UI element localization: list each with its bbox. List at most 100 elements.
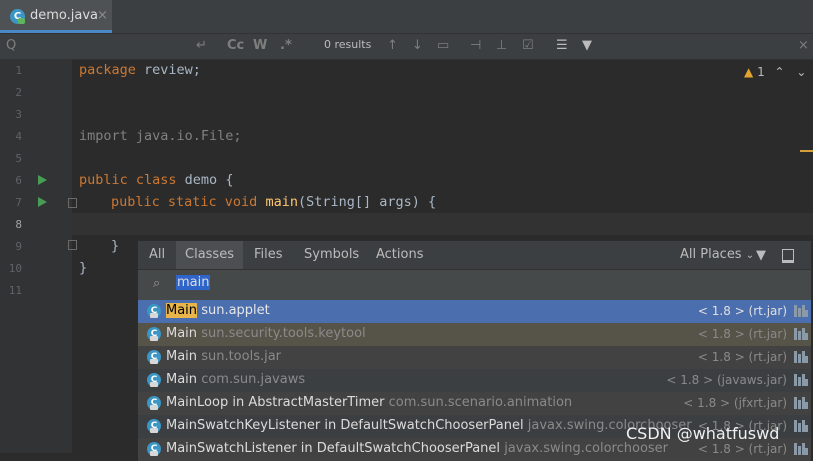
unused-import-line: import java.io.File; [79, 128, 242, 144]
chevron-down-icon: ⌄ [745, 250, 755, 261]
package-name: sun.tools.jar [201, 349, 282, 364]
filter-settings-icon[interactable]: ☰ [556, 38, 568, 53]
search-icon: ⌕ [153, 276, 161, 291]
code-text: (String[] args) { [297, 194, 437, 210]
find-bar [0, 33, 813, 60]
scrollbar-warning-marker[interactable] [800, 150, 813, 152]
line-number: 8 [15, 218, 22, 231]
tab-actions[interactable]: Actions [367, 241, 433, 269]
previous-highlight-icon[interactable]: ⌃ [775, 65, 785, 79]
package-name: javax.swing.colorchooser [504, 441, 669, 456]
result-location: < 1.8 > (rt.jar) [697, 350, 787, 364]
result-location: < 1.8 > (javaws.jar) [666, 373, 787, 387]
class-icon: C [147, 419, 161, 433]
result-row[interactable]: C MainLoop in AbstractMasterTimer com.sun… [138, 392, 811, 415]
library-icon [794, 443, 808, 455]
close-find-bar-icon[interactable]: × [798, 38, 809, 53]
run-class-icon[interactable] [38, 175, 47, 185]
library-icon [794, 351, 808, 363]
close-tab-icon[interactable]: × [97, 8, 108, 23]
library-icon [794, 374, 808, 386]
tab-title: demo.java [30, 8, 99, 23]
package-name: sun.security.tools.keytool [201, 326, 366, 341]
code-text: review; [135, 62, 201, 78]
line-number: 2 [15, 86, 22, 99]
search-query[interactable]: main [176, 275, 211, 290]
run-main-icon[interactable] [38, 197, 47, 207]
line-number: 5 [15, 152, 22, 165]
words-toggle[interactable]: W [253, 38, 267, 53]
class-name: Main [166, 303, 198, 318]
fold-marker-icon[interactable] [68, 198, 77, 208]
result-location: < 1.8 > (rt.jar) [697, 327, 787, 341]
result-row[interactable]: C Main sun.applet < 1.8 > (rt.jar) [138, 300, 811, 323]
tab-classes[interactable]: Classes [176, 241, 243, 269]
result-name: MainLoop in AbstractMasterTimer com.sun.… [166, 395, 572, 410]
result-location: < 1.8 > (jfxrt.jar) [683, 396, 787, 410]
class-icon: C [147, 442, 161, 456]
next-highlight-icon[interactable]: ⌄ [796, 65, 806, 79]
class-icon: C [147, 304, 161, 318]
result-row[interactable]: C Main com.sun.javaws < 1.8 > (javaws.jar) [138, 369, 811, 392]
package-name: com.sun.javaws [201, 372, 306, 387]
keyword: public static void [111, 194, 258, 210]
scope-label: All Places [680, 247, 742, 262]
result-name: Main com.sun.javaws [166, 372, 305, 387]
package-name: sun.applet [201, 303, 270, 318]
regex-toggle[interactable]: .* [280, 38, 292, 53]
tab-all[interactable]: All [140, 241, 174, 269]
class-icon: C [147, 373, 161, 387]
result-row[interactable]: C Main sun.tools.jar < 1.8 > (rt.jar) [138, 346, 811, 369]
keyword: public class [79, 172, 177, 188]
tab-symbols[interactable]: Symbols [295, 241, 368, 269]
java-class-icon: C [10, 9, 25, 24]
popup-search-field[interactable]: ⌕ main [138, 270, 811, 301]
keyword: package [79, 62, 136, 78]
class-name: Main [166, 349, 198, 364]
open-in-tool-window-icon[interactable] [782, 249, 794, 263]
warning-icon: ▲ [744, 65, 754, 79]
filter-icon[interactable]: ▼ [582, 38, 592, 53]
library-icon [794, 328, 808, 340]
result-location: < 1.8 > (rt.jar) [697, 304, 787, 318]
line-number: 11 [8, 284, 22, 297]
method-name: main [257, 194, 298, 210]
line-number: 7 [15, 196, 22, 209]
popup-tabs: All Classes Files Symbols Actions All Pl… [138, 241, 811, 270]
match-case-toggle[interactable]: Cc [227, 38, 244, 53]
replace-icon[interactable]: ↵ [196, 38, 207, 53]
line-number: 9 [15, 240, 22, 253]
next-occurrence-icon[interactable]: ↓ [412, 38, 423, 53]
previous-occurrence-icon[interactable]: ↑ [387, 38, 398, 53]
result-name: Main sun.tools.jar [166, 349, 281, 364]
fold-marker-icon[interactable] [68, 240, 77, 250]
code-text: demo { [176, 172, 234, 188]
result-location: < 1.8 > (rt.jar) [697, 442, 787, 456]
class-icon: C [147, 396, 161, 410]
filter-icon[interactable]: ▼ [756, 248, 766, 263]
tab-files[interactable]: Files [245, 241, 292, 269]
class-icon: C [147, 350, 161, 364]
select-all-occurrences-icon[interactable]: ▭ [437, 38, 449, 53]
class-name: MainSwatchKeyListener in DefaultSwatchCh… [166, 418, 524, 433]
watermark: CSDN @whatfuswd [626, 424, 780, 443]
result-name: MainSwatchKeyListener in DefaultSwatchCh… [166, 418, 692, 433]
inspection-widget[interactable]: ▲ 1 ⌃ ⌄ [744, 65, 806, 79]
find-search-icon[interactable]: Q [6, 38, 16, 53]
add-occurrence-icon[interactable]: ⊣ [470, 38, 481, 53]
unselect-occurrence-icon[interactable]: ⊥ [496, 38, 507, 53]
line-number: 1 [15, 64, 22, 77]
scope-dropdown[interactable]: All Places ⌄ [680, 241, 754, 269]
class-name: MainSwatchListener in DefaultSwatchChoos… [166, 441, 501, 456]
class-name: MainLoop in AbstractMasterTimer [166, 395, 385, 410]
result-name: Main sun.applet [166, 303, 270, 318]
package-name: com.sun.scenario.animation [388, 395, 573, 410]
closing-brace: } [79, 260, 88, 276]
line-number: 6 [15, 174, 22, 187]
select-all-icon[interactable]: ☑ [522, 38, 534, 53]
result-row[interactable]: C Main sun.security.tools.keytool < 1.8 > … [138, 323, 811, 346]
library-icon [794, 305, 808, 317]
search-everywhere-popup: All Classes Files Symbols Actions All Pl… [137, 240, 812, 461]
class-icon: C [147, 327, 161, 341]
gutter: 1 2 3 4 5 6 7 8 9 10 11 [0, 59, 77, 453]
